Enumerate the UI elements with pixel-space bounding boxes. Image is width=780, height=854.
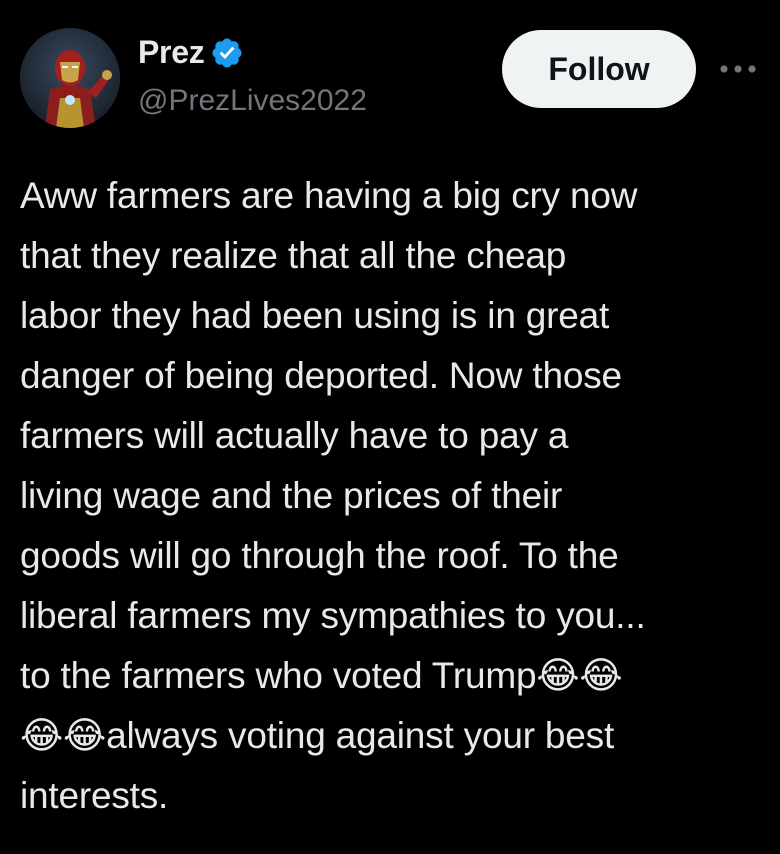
verified-badge-icon: [210, 36, 244, 70]
avatar[interactable]: [20, 28, 120, 128]
author-handle[interactable]: @PrezLives2022: [138, 84, 367, 118]
more-dots-icon: [720, 65, 756, 73]
more-options-button[interactable]: [718, 52, 758, 86]
author-display-name[interactable]: Prez: [138, 34, 205, 71]
follow-button[interactable]: Follow: [502, 30, 696, 108]
iron-man-avatar-icon: [20, 28, 120, 128]
tweet-text: Aww farmers are having a big cry now tha…: [20, 175, 646, 816]
author-name-row[interactable]: Prez: [138, 34, 244, 71]
